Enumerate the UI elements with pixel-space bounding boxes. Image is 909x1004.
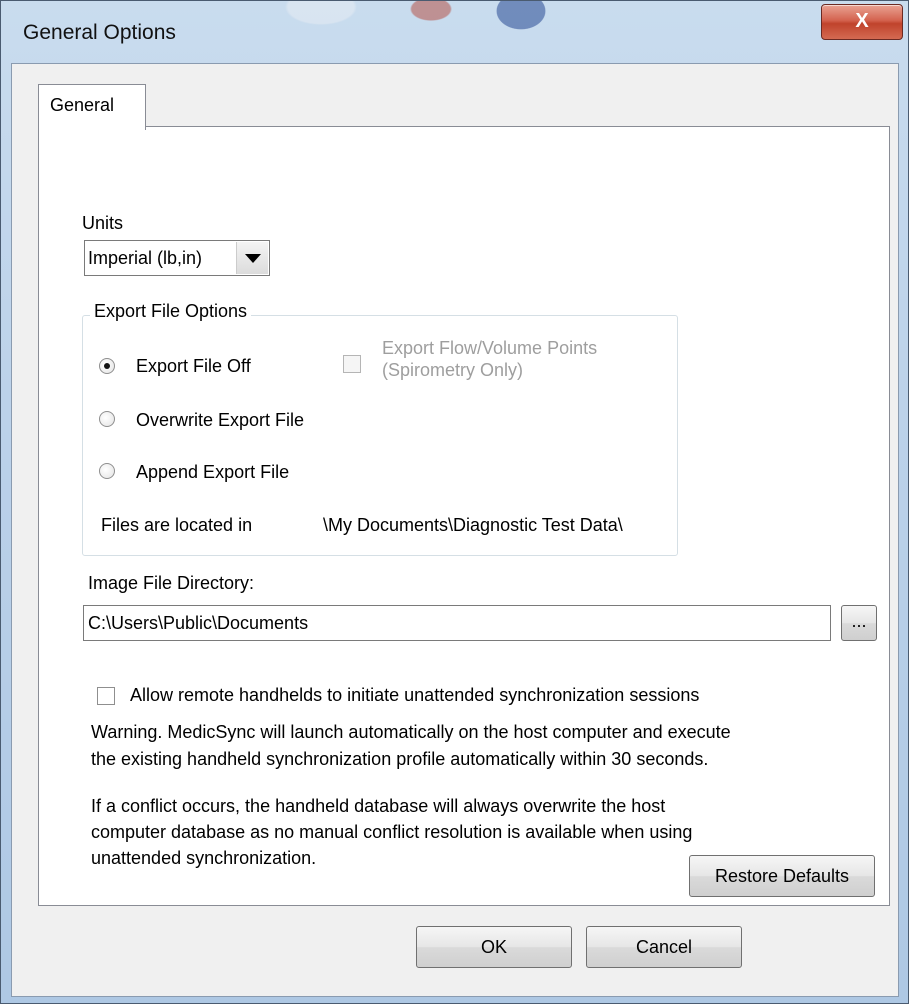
units-dropdown[interactable]: Imperial (lb,in) xyxy=(84,240,270,276)
cancel-button[interactable]: Cancel xyxy=(586,926,742,968)
units-label: Units xyxy=(82,213,124,233)
spirometry-only-label: (Spirometry Only) xyxy=(382,360,524,380)
image-file-directory-label: Image File Directory: xyxy=(88,573,255,593)
general-options-dialog: General Options X General Units Imperial… xyxy=(0,0,909,1004)
browse-directory-button[interactable]: ... xyxy=(841,605,877,641)
export-file-options-legend: Export File Options xyxy=(90,301,252,322)
close-button[interactable]: X xyxy=(821,4,903,40)
image-file-directory-value: C:\Users\Public\Documents xyxy=(88,613,309,633)
radio-overwrite-export-file[interactable] xyxy=(99,411,115,427)
dialog-client-area: General Units Imperial (lb,in) Export Fi… xyxy=(11,63,899,997)
conflict-text-line-3: unattended synchronization. xyxy=(91,848,317,868)
title-bar-background xyxy=(231,1,561,39)
tab-general[interactable]: General xyxy=(38,84,146,130)
restore-defaults-button[interactable]: Restore Defaults xyxy=(689,855,875,897)
conflict-text-line-2: computer database as no manual conflict … xyxy=(91,822,693,842)
allow-remote-sync-label[interactable]: Allow remote handhelds to initiate unatt… xyxy=(130,685,699,706)
window-title: General Options xyxy=(23,21,176,44)
radio-append-export-file[interactable] xyxy=(99,463,115,479)
export-file-off-label[interactable]: Export File Off xyxy=(136,356,251,377)
export-flow-volume-checkbox[interactable] xyxy=(343,355,361,373)
overwrite-export-file-label[interactable]: Overwrite Export File xyxy=(136,410,304,431)
allow-remote-sync-checkbox[interactable] xyxy=(97,687,115,705)
conflict-text: If a conflict occurs, the handheld datab… xyxy=(91,793,692,871)
units-selected-value: Imperial (lb,in) xyxy=(88,248,203,268)
dropdown-arrow-icon[interactable] xyxy=(236,242,268,274)
conflict-text-line-1: If a conflict occurs, the handheld datab… xyxy=(91,796,666,816)
append-export-file-label[interactable]: Append Export File xyxy=(136,462,289,483)
warning-text-line-1: Warning. MedicSync will launch automatic… xyxy=(91,722,731,742)
files-location-path: \My Documents\Diagnostic Test Data\ xyxy=(323,515,623,535)
warning-text-line-2: the existing handheld synchronization pr… xyxy=(91,749,709,769)
general-tab-panel: Units Imperial (lb,in) Export File Optio… xyxy=(38,126,890,906)
files-location-label: Files are located in xyxy=(101,515,253,535)
warning-text: Warning. MedicSync will launch automatic… xyxy=(91,719,731,773)
image-file-directory-input[interactable]: C:\Users\Public\Documents xyxy=(83,605,831,641)
tab-general-label: General xyxy=(50,95,115,115)
ok-button[interactable]: OK xyxy=(416,926,572,968)
export-flow-volume-label: Export Flow/Volume Points xyxy=(382,338,598,358)
radio-export-file-off[interactable] xyxy=(99,358,115,374)
